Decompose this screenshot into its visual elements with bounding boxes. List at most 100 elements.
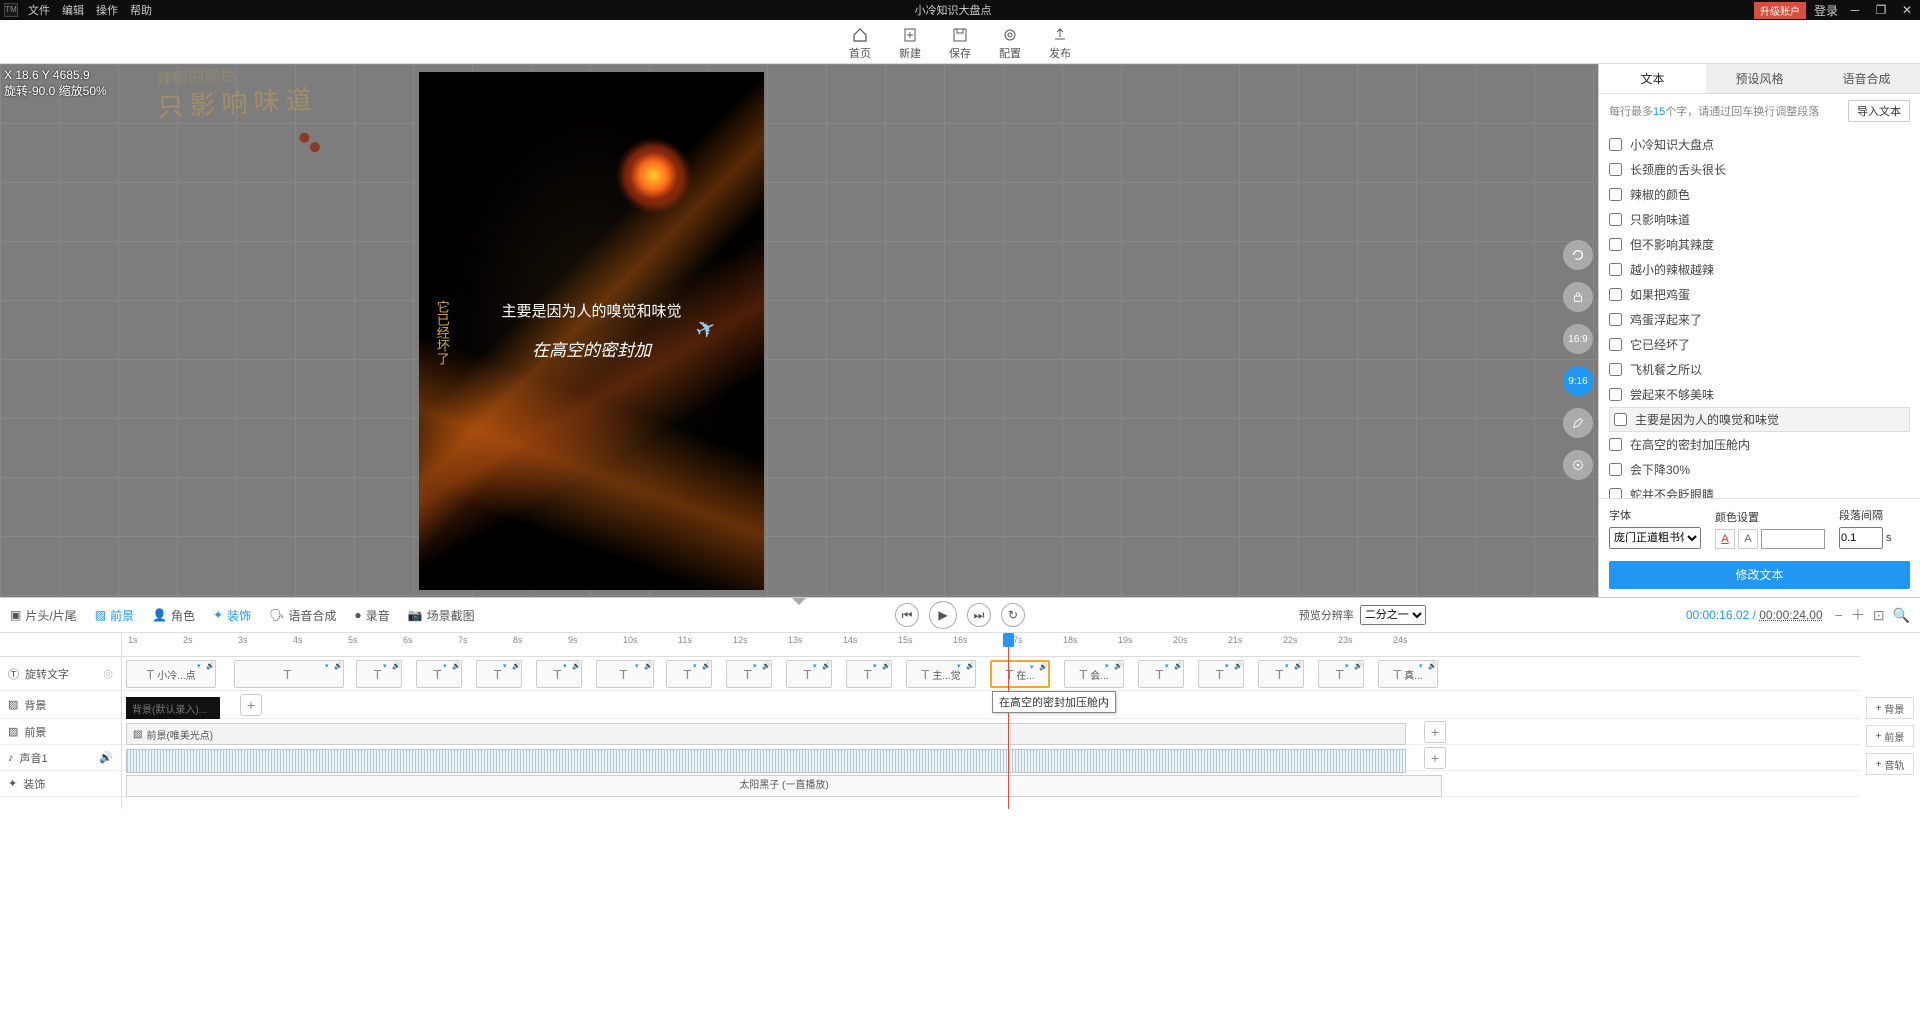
mute-toggle[interactable]: 🔊 bbox=[99, 751, 113, 764]
tracks-area[interactable]: 1s2s3s4s5s6s7s8s9s10s11s12s13s14s15s16s1… bbox=[122, 633, 1860, 809]
fg-clip[interactable]: ▨ 前景(唯美光点) bbox=[126, 723, 1406, 745]
menu-action[interactable]: 操作 bbox=[96, 2, 118, 18]
tab-head-tail[interactable]: ▣ 片头/片尾 bbox=[10, 607, 77, 624]
modify-text-button[interactable]: 修改文本 bbox=[1609, 561, 1910, 589]
menu-file[interactable]: 文件 bbox=[28, 2, 50, 18]
text-list-item[interactable]: 主要是因为人的嗅觉和味觉 bbox=[1609, 407, 1910, 432]
import-text-button[interactable]: 导入文本 bbox=[1848, 100, 1910, 122]
rotate-button[interactable] bbox=[1563, 240, 1593, 270]
add-fg-track-button[interactable]: + 前景 bbox=[1866, 725, 1914, 747]
text-clip[interactable]: T真...▾🔊 bbox=[1378, 660, 1438, 688]
item-checkbox[interactable] bbox=[1609, 288, 1622, 301]
text-clip[interactable]: T▾🔊 bbox=[1198, 660, 1244, 688]
add-audio-clip-button[interactable]: + bbox=[1424, 747, 1446, 769]
lock-button[interactable] bbox=[1563, 282, 1593, 312]
tab-tts[interactable]: 🗣 语音合成 bbox=[269, 607, 336, 624]
text-clip[interactable]: T▾🔊 bbox=[536, 660, 582, 688]
item-checkbox[interactable] bbox=[1609, 388, 1622, 401]
text-list-item[interactable]: 鸡蛋浮起来了 bbox=[1609, 307, 1910, 332]
outline-color-button[interactable]: A bbox=[1738, 529, 1758, 549]
item-checkbox[interactable] bbox=[1609, 438, 1622, 451]
gap-input[interactable] bbox=[1839, 527, 1883, 549]
item-checkbox[interactable] bbox=[1609, 163, 1622, 176]
decor-track[interactable]: 太阳黑子 (一直播放) bbox=[122, 771, 1860, 797]
tab-role[interactable]: 👤 角色 bbox=[152, 607, 195, 624]
text-clip[interactable]: T▾🔊 bbox=[476, 660, 522, 688]
text-list-item[interactable]: 在高空的密封加压舱内 bbox=[1609, 432, 1910, 457]
time-total[interactable]: 00:00:24.00 bbox=[1759, 608, 1822, 622]
publish-button[interactable]: 发布 bbox=[1049, 27, 1071, 61]
text-list-item[interactable]: 长颈鹿的舌头很长 bbox=[1609, 157, 1910, 182]
text-clip[interactable]: T▾🔊 bbox=[234, 660, 344, 688]
item-checkbox[interactable] bbox=[1609, 488, 1622, 498]
tab-shot[interactable]: 📷 场景截图 bbox=[408, 607, 475, 624]
text-clip[interactable]: T会...▾🔊 bbox=[1064, 660, 1124, 688]
bg-track[interactable]: 背景(默认录入)... + bbox=[122, 691, 1860, 719]
text-list-item[interactable]: 飞机餐之所以 bbox=[1609, 357, 1910, 382]
zoom-out-button[interactable]: − bbox=[1835, 607, 1843, 623]
ratio-9-16-button[interactable]: 9:16 bbox=[1563, 366, 1593, 396]
text-clip[interactable]: T主...觉▾🔊 bbox=[906, 660, 976, 688]
zoom-search-button[interactable]: 🔍 bbox=[1893, 607, 1910, 624]
maximize-button[interactable]: ❐ bbox=[1872, 3, 1890, 17]
item-checkbox[interactable] bbox=[1609, 363, 1622, 376]
text-clip[interactable]: T▾🔊 bbox=[416, 660, 462, 688]
text-list-item[interactable]: 只影响味道 bbox=[1609, 207, 1910, 232]
play-button[interactable]: ▶ bbox=[929, 601, 957, 629]
text-clip[interactable]: T▾🔊 bbox=[1318, 660, 1364, 688]
text-clip[interactable]: T在...▾🔊 bbox=[990, 660, 1050, 688]
text-list-item[interactable]: 它已经坏了 bbox=[1609, 332, 1910, 357]
menu-help[interactable]: 帮助 bbox=[130, 2, 152, 18]
tab-foreground[interactable]: ▨ 前景 bbox=[95, 607, 134, 624]
text-list-item[interactable]: 辣椒的颜色 bbox=[1609, 182, 1910, 207]
fg-track[interactable]: ▨ 前景(唯美光点) + bbox=[122, 719, 1860, 745]
text-list-item[interactable]: 尝起来不够美味 bbox=[1609, 382, 1910, 407]
item-checkbox[interactable] bbox=[1609, 338, 1622, 351]
text-clip[interactable]: T▾🔊 bbox=[1258, 660, 1304, 688]
audio-track[interactable]: + bbox=[122, 745, 1860, 771]
tab-text[interactable]: 文本 bbox=[1599, 64, 1706, 93]
text-list-item[interactable]: 但不影响其辣度 bbox=[1609, 232, 1910, 257]
item-checkbox[interactable] bbox=[1609, 313, 1622, 326]
text-list-item[interactable]: 会下降30% bbox=[1609, 457, 1910, 482]
text-clip[interactable]: T▾🔊 bbox=[1138, 660, 1184, 688]
canvas-preview[interactable]: 它已经坏了 主要是因为人的嗅觉和味觉 在高空的密封加 ✈ bbox=[419, 72, 764, 590]
item-checkbox[interactable] bbox=[1609, 238, 1622, 251]
zoom-fit-button[interactable]: ⊡ bbox=[1873, 607, 1885, 624]
text-clip[interactable]: T小冷...点▾🔊 bbox=[126, 660, 216, 688]
text-clip[interactable]: T▾🔊 bbox=[786, 660, 832, 688]
resolution-select[interactable]: 二分之一 bbox=[1360, 605, 1426, 625]
visibility-toggle[interactable]: ◎ bbox=[103, 667, 113, 680]
next-button[interactable]: ⏭ bbox=[967, 603, 991, 627]
home-button[interactable]: 首页 bbox=[849, 27, 871, 61]
upgrade-button[interactable]: 升级账户 bbox=[1754, 2, 1806, 19]
add-bg-clip-button[interactable]: + bbox=[240, 694, 262, 716]
tab-record[interactable]: ● 录音 bbox=[354, 607, 389, 624]
item-checkbox[interactable] bbox=[1609, 188, 1622, 201]
decor-clip[interactable]: 太阳黑子 (一直播放) bbox=[126, 775, 1442, 797]
target-button[interactable] bbox=[1563, 450, 1593, 480]
close-button[interactable]: ✕ bbox=[1898, 3, 1916, 17]
login-button[interactable]: 登录 bbox=[1814, 2, 1838, 19]
item-checkbox[interactable] bbox=[1609, 213, 1622, 226]
add-fg-clip-button[interactable]: + bbox=[1424, 721, 1446, 743]
timeline-ruler[interactable]: 1s2s3s4s5s6s7s8s9s10s11s12s13s14s15s16s1… bbox=[122, 633, 1860, 657]
text-clip[interactable]: T▾🔊 bbox=[596, 660, 654, 688]
new-button[interactable]: 新建 bbox=[899, 27, 921, 61]
text-clip[interactable]: T▾🔊 bbox=[846, 660, 892, 688]
minimize-button[interactable]: ─ bbox=[1846, 3, 1864, 17]
canvas-area[interactable]: X 18.6 Y 4685.9 旋转-90.0 缩放50% 辣椒的颜色 只影响味… bbox=[0, 64, 1598, 597]
playhead[interactable] bbox=[1008, 633, 1009, 809]
tab-preset[interactable]: 预设风格 bbox=[1706, 64, 1813, 93]
text-list-item[interactable]: 蛇并不会眨眼睛 bbox=[1609, 482, 1910, 498]
tab-tts[interactable]: 语音合成 bbox=[1813, 64, 1920, 93]
tab-decor[interactable]: ✦ 装饰 bbox=[213, 607, 251, 624]
prev-button[interactable]: ⏮ bbox=[895, 603, 919, 627]
text-list-item[interactable]: 小冷知识大盘点 bbox=[1609, 132, 1910, 157]
text-list-item[interactable]: 越小的辣椒越辣 bbox=[1609, 257, 1910, 282]
color-swatch[interactable] bbox=[1761, 529, 1825, 549]
item-checkbox[interactable] bbox=[1609, 463, 1622, 476]
font-select[interactable]: 庞门正道粗书体 bbox=[1609, 527, 1701, 549]
save-button[interactable]: 保存 bbox=[949, 27, 971, 61]
text-list[interactable]: 小冷知识大盘点长颈鹿的舌头很长辣椒的颜色只影响味道但不影响其辣度越小的辣椒越辣如… bbox=[1599, 128, 1920, 498]
